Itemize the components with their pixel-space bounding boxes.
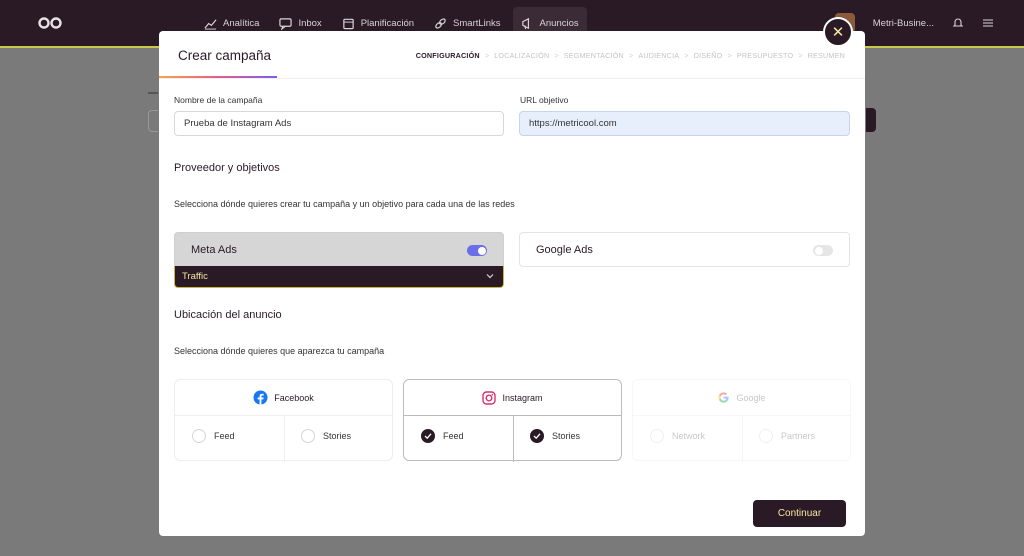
google-partners-option: Partners: [759, 429, 815, 443]
background-tab-underline: [148, 92, 158, 94]
toggle-knob: [814, 246, 823, 255]
google-icon: [718, 392, 730, 403]
placement-header[interactable]: Instagram: [404, 380, 621, 415]
background-input: [148, 110, 158, 132]
facebook-icon: [253, 390, 268, 405]
menu-icon[interactable]: [982, 17, 994, 29]
step-segmentacion[interactable]: SEGMENTACIÓN: [564, 51, 624, 60]
provider-card-meta-ads[interactable]: Meta Ads: [174, 232, 504, 267]
provider-section-description: Selecciona dónde quieres crear tu campañ…: [174, 199, 515, 209]
megaphone-icon: [521, 17, 529, 29]
divider: [283, 415, 285, 462]
provider-name: Meta Ads: [191, 243, 237, 256]
nav-item-label: SmartLinks: [453, 17, 501, 29]
chevron-right-icon: >: [727, 51, 732, 60]
inbox-icon: [279, 17, 293, 30]
step-localizacion[interactable]: LOCALIZACIÓN: [494, 51, 549, 60]
campaign-name-label: Nombre de la campaña: [174, 95, 263, 105]
check-icon: [424, 433, 432, 440]
placement-header[interactable]: Facebook: [175, 380, 392, 415]
provider-card-google-ads[interactable]: Google Ads: [519, 232, 850, 267]
chevron-right-icon: >: [484, 51, 490, 60]
option-label: Feed: [214, 431, 235, 441]
chevron-right-icon: >: [554, 51, 559, 60]
option-label: Stories: [323, 431, 352, 441]
option-label: Stories: [552, 431, 581, 441]
close-modal-button[interactable]: ✕: [823, 17, 853, 47]
checkbox-disabled: [650, 429, 664, 443]
chevron-right-icon: >: [628, 51, 634, 60]
instagram-stories-option[interactable]: Stories: [530, 429, 580, 443]
checkbox-disabled: [759, 429, 773, 443]
option-label: Feed: [443, 431, 464, 441]
placement-section-title: Ubicación del anuncio: [174, 309, 282, 321]
placement-card-google: Google Network Partners: [632, 379, 851, 462]
step-presupuesto[interactable]: PRESUPUESTO: [737, 51, 793, 60]
instagram-feed-option[interactable]: Feed: [421, 429, 464, 443]
placement-card-facebook: Facebook Feed Stories: [174, 379, 393, 462]
campaign-name-input[interactable]: Prueba de Instagram Ads: [174, 111, 504, 136]
step-resumen[interactable]: RESUMEN: [808, 51, 845, 60]
bell-icon[interactable]: [952, 17, 964, 29]
placement-name: Facebook: [274, 392, 314, 403]
calendar-icon: [342, 18, 354, 29]
checkbox-checked[interactable]: [421, 429, 435, 443]
meta-objective-select[interactable]: Traffic: [174, 266, 504, 288]
option-label: Network: [672, 431, 706, 441]
objective-value: Traffic: [182, 271, 208, 282]
google-ads-toggle[interactable]: [813, 245, 833, 256]
metricool-logo-icon[interactable]: [38, 13, 62, 33]
checkbox[interactable]: [192, 429, 206, 443]
provider-name: Google Ads: [536, 243, 593, 256]
modal-title: Crear campaña: [178, 48, 272, 63]
checkbox[interactable]: [301, 429, 315, 443]
analytics-icon: [204, 18, 217, 30]
step-audiencia[interactable]: AUDIENCIA: [638, 51, 679, 60]
placement-name: Google: [736, 392, 766, 403]
placement-header: Google: [633, 380, 850, 415]
instagram-icon: [482, 390, 497, 405]
step-configuracion[interactable]: CONFIGURACIÓN: [416, 51, 480, 60]
nav-item-label: Anuncios: [539, 17, 579, 29]
nav-item-label: Planificación: [360, 17, 415, 29]
create-campaign-modal: Crear campaña CONFIGURACIÓN > LOCALIZACI…: [159, 31, 865, 536]
facebook-stories-option[interactable]: Stories: [301, 429, 351, 443]
placement-name: Instagram: [502, 392, 543, 403]
link-icon: [435, 17, 446, 29]
account-name[interactable]: Metri-Busine...: [873, 18, 934, 29]
target-url-input[interactable]: https://metricool.com: [519, 111, 850, 136]
nav-item-label: Inbox: [298, 17, 322, 29]
check-icon: [533, 433, 541, 440]
chevron-right-icon: >: [684, 51, 689, 60]
checkbox-checked[interactable]: [530, 429, 544, 443]
placement-card-instagram: Instagram Feed Stories: [403, 379, 622, 462]
meta-ads-toggle[interactable]: [467, 245, 487, 256]
close-icon: ✕: [831, 24, 845, 41]
provider-section-title: Proveedor y objetivos: [174, 162, 280, 174]
wizard-steps: CONFIGURACIÓN > LOCALIZACIÓN > SEGMENTAC…: [416, 51, 845, 60]
divider: [741, 415, 743, 462]
nav-item-label: Analítica: [223, 17, 260, 29]
chevron-down-icon: [486, 274, 494, 279]
option-label: Partners: [781, 431, 816, 441]
divider: [512, 415, 514, 462]
google-network-option: Network: [650, 429, 705, 443]
facebook-feed-option[interactable]: Feed: [192, 429, 235, 443]
step-diseno[interactable]: DISEÑO: [694, 51, 723, 60]
toggle-knob: [477, 246, 486, 255]
chevron-right-icon: >: [798, 51, 803, 60]
background-button: [866, 108, 876, 132]
target-url-label: URL objetivo: [520, 95, 569, 105]
continue-button[interactable]: Continuar: [753, 500, 846, 527]
placement-section-description: Selecciona dónde quieres que aparezca tu…: [174, 346, 385, 356]
divider: [159, 78, 865, 79]
